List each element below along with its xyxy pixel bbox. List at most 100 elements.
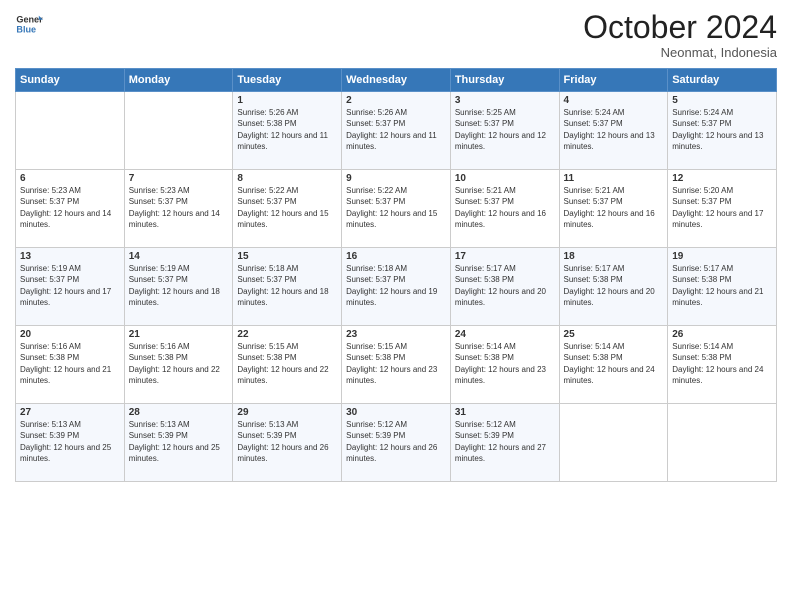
day-info: Sunrise: 5:17 AM Sunset: 5:38 PM Dayligh… xyxy=(455,263,555,308)
day-number: 28 xyxy=(129,407,229,418)
table-row: 8Sunrise: 5:22 AM Sunset: 5:37 PM Daylig… xyxy=(233,170,342,248)
table-row: 18Sunrise: 5:17 AM Sunset: 5:38 PM Dayli… xyxy=(559,248,668,326)
table-row: 20Sunrise: 5:16 AM Sunset: 5:38 PM Dayli… xyxy=(16,326,125,404)
calendar-week-row: 6Sunrise: 5:23 AM Sunset: 5:37 PM Daylig… xyxy=(16,170,777,248)
day-info: Sunrise: 5:18 AM Sunset: 5:37 PM Dayligh… xyxy=(237,263,337,308)
col-saturday: Saturday xyxy=(668,69,777,92)
day-number: 18 xyxy=(564,251,664,262)
header: General Blue October 2024 Neonmat, Indon… xyxy=(15,10,777,60)
day-info: Sunrise: 5:13 AM Sunset: 5:39 PM Dayligh… xyxy=(237,419,337,464)
col-sunday: Sunday xyxy=(16,69,125,92)
table-row: 19Sunrise: 5:17 AM Sunset: 5:38 PM Dayli… xyxy=(668,248,777,326)
col-thursday: Thursday xyxy=(450,69,559,92)
table-row: 6Sunrise: 5:23 AM Sunset: 5:37 PM Daylig… xyxy=(16,170,125,248)
day-info: Sunrise: 5:21 AM Sunset: 5:37 PM Dayligh… xyxy=(455,185,555,230)
day-info: Sunrise: 5:22 AM Sunset: 5:37 PM Dayligh… xyxy=(237,185,337,230)
day-info: Sunrise: 5:26 AM Sunset: 5:37 PM Dayligh… xyxy=(346,107,446,152)
location-subtitle: Neonmat, Indonesia xyxy=(583,45,777,60)
table-row xyxy=(16,92,125,170)
day-number: 13 xyxy=(20,251,120,262)
day-number: 29 xyxy=(237,407,337,418)
col-tuesday: Tuesday xyxy=(233,69,342,92)
table-row: 4Sunrise: 5:24 AM Sunset: 5:37 PM Daylig… xyxy=(559,92,668,170)
day-info: Sunrise: 5:23 AM Sunset: 5:37 PM Dayligh… xyxy=(129,185,229,230)
day-number: 16 xyxy=(346,251,446,262)
day-info: Sunrise: 5:22 AM Sunset: 5:37 PM Dayligh… xyxy=(346,185,446,230)
table-row: 17Sunrise: 5:17 AM Sunset: 5:38 PM Dayli… xyxy=(450,248,559,326)
calendar-week-row: 1Sunrise: 5:26 AM Sunset: 5:38 PM Daylig… xyxy=(16,92,777,170)
day-number: 17 xyxy=(455,251,555,262)
col-wednesday: Wednesday xyxy=(342,69,451,92)
calendar-week-row: 20Sunrise: 5:16 AM Sunset: 5:38 PM Dayli… xyxy=(16,326,777,404)
day-info: Sunrise: 5:14 AM Sunset: 5:38 PM Dayligh… xyxy=(564,341,664,386)
table-row: 25Sunrise: 5:14 AM Sunset: 5:38 PM Dayli… xyxy=(559,326,668,404)
day-number: 21 xyxy=(129,329,229,340)
table-row: 23Sunrise: 5:15 AM Sunset: 5:38 PM Dayli… xyxy=(342,326,451,404)
day-info: Sunrise: 5:12 AM Sunset: 5:39 PM Dayligh… xyxy=(346,419,446,464)
day-number: 24 xyxy=(455,329,555,340)
day-number: 7 xyxy=(129,173,229,184)
day-number: 8 xyxy=(237,173,337,184)
table-row: 7Sunrise: 5:23 AM Sunset: 5:37 PM Daylig… xyxy=(124,170,233,248)
table-row: 15Sunrise: 5:18 AM Sunset: 5:37 PM Dayli… xyxy=(233,248,342,326)
table-row: 24Sunrise: 5:14 AM Sunset: 5:38 PM Dayli… xyxy=(450,326,559,404)
day-info: Sunrise: 5:26 AM Sunset: 5:38 PM Dayligh… xyxy=(237,107,337,152)
day-number: 15 xyxy=(237,251,337,262)
calendar-header-row: Sunday Monday Tuesday Wednesday Thursday… xyxy=(16,69,777,92)
day-number: 31 xyxy=(455,407,555,418)
day-number: 20 xyxy=(20,329,120,340)
day-number: 11 xyxy=(564,173,664,184)
day-number: 9 xyxy=(346,173,446,184)
day-info: Sunrise: 5:17 AM Sunset: 5:38 PM Dayligh… xyxy=(672,263,772,308)
table-row: 16Sunrise: 5:18 AM Sunset: 5:37 PM Dayli… xyxy=(342,248,451,326)
day-info: Sunrise: 5:14 AM Sunset: 5:38 PM Dayligh… xyxy=(455,341,555,386)
table-row: 11Sunrise: 5:21 AM Sunset: 5:37 PM Dayli… xyxy=(559,170,668,248)
table-row: 3Sunrise: 5:25 AM Sunset: 5:37 PM Daylig… xyxy=(450,92,559,170)
day-number: 25 xyxy=(564,329,664,340)
table-row xyxy=(559,404,668,482)
day-number: 10 xyxy=(455,173,555,184)
table-row: 13Sunrise: 5:19 AM Sunset: 5:37 PM Dayli… xyxy=(16,248,125,326)
col-friday: Friday xyxy=(559,69,668,92)
day-number: 26 xyxy=(672,329,772,340)
title-block: October 2024 Neonmat, Indonesia xyxy=(583,10,777,60)
table-row: 9Sunrise: 5:22 AM Sunset: 5:37 PM Daylig… xyxy=(342,170,451,248)
generalblue-logo-icon: General Blue xyxy=(15,10,43,38)
day-info: Sunrise: 5:20 AM Sunset: 5:37 PM Dayligh… xyxy=(672,185,772,230)
table-row: 14Sunrise: 5:19 AM Sunset: 5:37 PM Dayli… xyxy=(124,248,233,326)
day-info: Sunrise: 5:15 AM Sunset: 5:38 PM Dayligh… xyxy=(346,341,446,386)
day-info: Sunrise: 5:21 AM Sunset: 5:37 PM Dayligh… xyxy=(564,185,664,230)
day-info: Sunrise: 5:13 AM Sunset: 5:39 PM Dayligh… xyxy=(129,419,229,464)
table-row: 30Sunrise: 5:12 AM Sunset: 5:39 PM Dayli… xyxy=(342,404,451,482)
table-row: 31Sunrise: 5:12 AM Sunset: 5:39 PM Dayli… xyxy=(450,404,559,482)
day-number: 19 xyxy=(672,251,772,262)
month-title: October 2024 xyxy=(583,10,777,45)
day-number: 30 xyxy=(346,407,446,418)
table-row: 21Sunrise: 5:16 AM Sunset: 5:38 PM Dayli… xyxy=(124,326,233,404)
day-info: Sunrise: 5:19 AM Sunset: 5:37 PM Dayligh… xyxy=(129,263,229,308)
day-number: 23 xyxy=(346,329,446,340)
day-info: Sunrise: 5:24 AM Sunset: 5:37 PM Dayligh… xyxy=(672,107,772,152)
table-row: 2Sunrise: 5:26 AM Sunset: 5:37 PM Daylig… xyxy=(342,92,451,170)
day-number: 1 xyxy=(237,95,337,106)
table-row: 27Sunrise: 5:13 AM Sunset: 5:39 PM Dayli… xyxy=(16,404,125,482)
table-row: 26Sunrise: 5:14 AM Sunset: 5:38 PM Dayli… xyxy=(668,326,777,404)
day-info: Sunrise: 5:23 AM Sunset: 5:37 PM Dayligh… xyxy=(20,185,120,230)
table-row: 5Sunrise: 5:24 AM Sunset: 5:37 PM Daylig… xyxy=(668,92,777,170)
day-number: 2 xyxy=(346,95,446,106)
table-row xyxy=(668,404,777,482)
calendar-table: Sunday Monday Tuesday Wednesday Thursday… xyxy=(15,68,777,482)
page: General Blue October 2024 Neonmat, Indon… xyxy=(0,0,792,612)
svg-text:Blue: Blue xyxy=(16,24,36,34)
day-info: Sunrise: 5:25 AM Sunset: 5:37 PM Dayligh… xyxy=(455,107,555,152)
table-row: 29Sunrise: 5:13 AM Sunset: 5:39 PM Dayli… xyxy=(233,404,342,482)
table-row xyxy=(124,92,233,170)
table-row: 22Sunrise: 5:15 AM Sunset: 5:38 PM Dayli… xyxy=(233,326,342,404)
table-row: 12Sunrise: 5:20 AM Sunset: 5:37 PM Dayli… xyxy=(668,170,777,248)
day-number: 6 xyxy=(20,173,120,184)
day-info: Sunrise: 5:14 AM Sunset: 5:38 PM Dayligh… xyxy=(672,341,772,386)
day-info: Sunrise: 5:19 AM Sunset: 5:37 PM Dayligh… xyxy=(20,263,120,308)
day-info: Sunrise: 5:15 AM Sunset: 5:38 PM Dayligh… xyxy=(237,341,337,386)
table-row: 1Sunrise: 5:26 AM Sunset: 5:38 PM Daylig… xyxy=(233,92,342,170)
day-info: Sunrise: 5:17 AM Sunset: 5:38 PM Dayligh… xyxy=(564,263,664,308)
